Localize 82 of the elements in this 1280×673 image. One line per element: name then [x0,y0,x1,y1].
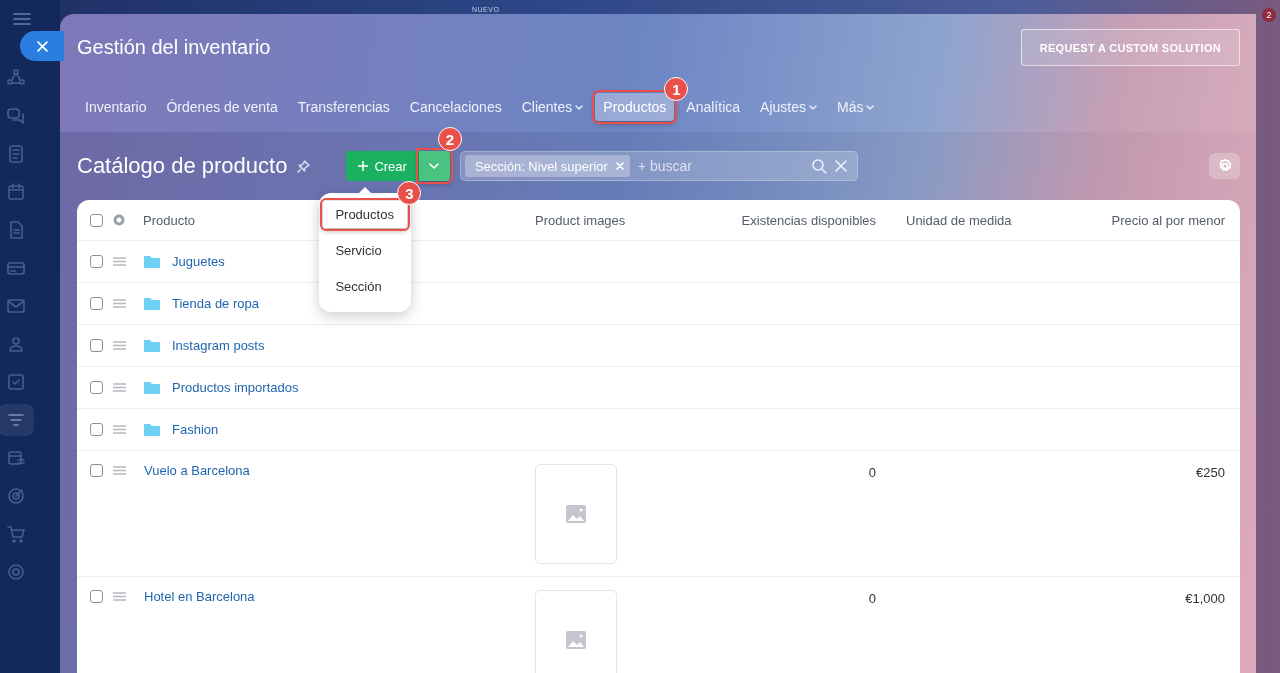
product-link[interactable]: Hotel en Barcelona [144,588,255,604]
price-cell-text: €250 [1195,464,1226,482]
notification-badge: 2 [1262,8,1276,22]
checkbox[interactable] [90,381,103,394]
folder-icon [144,255,160,268]
checkbox[interactable] [90,213,103,227]
checkbox-icon [7,373,25,391]
people-icon [7,335,25,353]
column-header: Product images [534,212,627,228]
product-link[interactable]: Juguetes [172,254,225,269]
search-icon [810,158,827,174]
folder-icon [144,381,160,394]
nav-tab[interactable]: Más [828,93,883,121]
nav-tab[interactable]: Inventario [77,93,155,121]
pin-icon [297,159,311,173]
checkbox[interactable] [90,423,103,436]
nav-tab[interactable]: Transferencias [289,93,398,121]
drag-handle-icon [113,341,126,350]
callout-badge: 3 [397,181,422,205]
close-icon [832,158,849,174]
drag-handle-icon [113,465,126,475]
flow-icon [7,69,25,87]
product-link[interactable]: Productos importados [172,380,299,395]
drag-handle-icon [113,425,126,434]
nav-tab[interactable]: Órdenes de venta [158,93,286,121]
checkbox[interactable] [90,297,103,310]
settings-button[interactable] [1209,153,1240,179]
dropdown-button[interactable] [418,151,450,181]
create-button[interactable]: Crear [346,151,419,181]
checkbox[interactable] [90,589,103,603]
drag-handle-icon [113,299,126,308]
close-icon [615,162,624,170]
close-icon [36,40,48,52]
checkbox[interactable] [90,255,103,268]
nav-tab[interactable]: Cancelaciones [401,93,510,121]
checkbox[interactable] [90,339,103,352]
nav-tab[interactable]: Clientes [513,93,592,121]
callout-badge: 1 [664,77,689,101]
target-icon [7,487,25,505]
product-link[interactable]: Instagram posts [172,338,265,353]
product-link[interactable]: Fashion [172,422,219,437]
menu-icon [13,12,31,26]
folder-icon [144,339,160,352]
close-button[interactable] [20,31,64,61]
image-icon [566,505,586,523]
filter-icon [7,411,25,429]
calendar-icon [7,183,25,201]
filter-tag-label: Sección: Nivel superior [474,158,608,174]
document-icon [7,221,25,239]
page-title: Gestión del inventario [77,36,271,59]
column-header: Producto [143,212,196,228]
chevron-down-icon [429,163,440,169]
cart-icon [7,525,25,543]
image-icon [566,631,586,649]
drag-handle-icon [113,257,126,266]
product-link[interactable]: Vuelo a Barcelona [144,462,250,478]
plus-icon [358,161,369,171]
list-icon [7,145,25,163]
column-header: Precio al por menor [1110,212,1226,228]
mail-icon [7,297,25,315]
checkbox[interactable] [90,463,103,477]
callout-badge: 2 [437,127,462,151]
folder-icon [144,297,160,310]
calendar-list-icon [7,449,25,467]
drag-handle-icon [113,591,126,601]
folder-icon [144,423,160,436]
nav-tab[interactable]: Ajustes [752,93,825,121]
column-header: Unidad de medida [905,212,1013,228]
product-link[interactable]: Tienda de ropa [172,296,259,311]
drag-handle-icon [113,383,126,392]
search-field[interactable]: Sección: Nivel superior + buscar [459,151,858,181]
menu-item[interactable]: Productos [323,201,408,228]
chat-icon [7,107,25,125]
column-header: Existencias disponibles [740,212,877,228]
card-icon [7,259,25,277]
stock-cell-text: 0 [867,590,877,608]
price-cell-text: €1,000 [1184,590,1226,608]
custom-solution-button[interactable]: REQUEST A CUSTOM SOLUTION [1020,29,1240,66]
sidebar-item[interactable] [0,404,34,436]
catalog-title: Catálogo de producto [77,153,288,179]
stock-cell-text: 0 [867,464,877,482]
search-input[interactable]: + buscar [635,157,805,175]
